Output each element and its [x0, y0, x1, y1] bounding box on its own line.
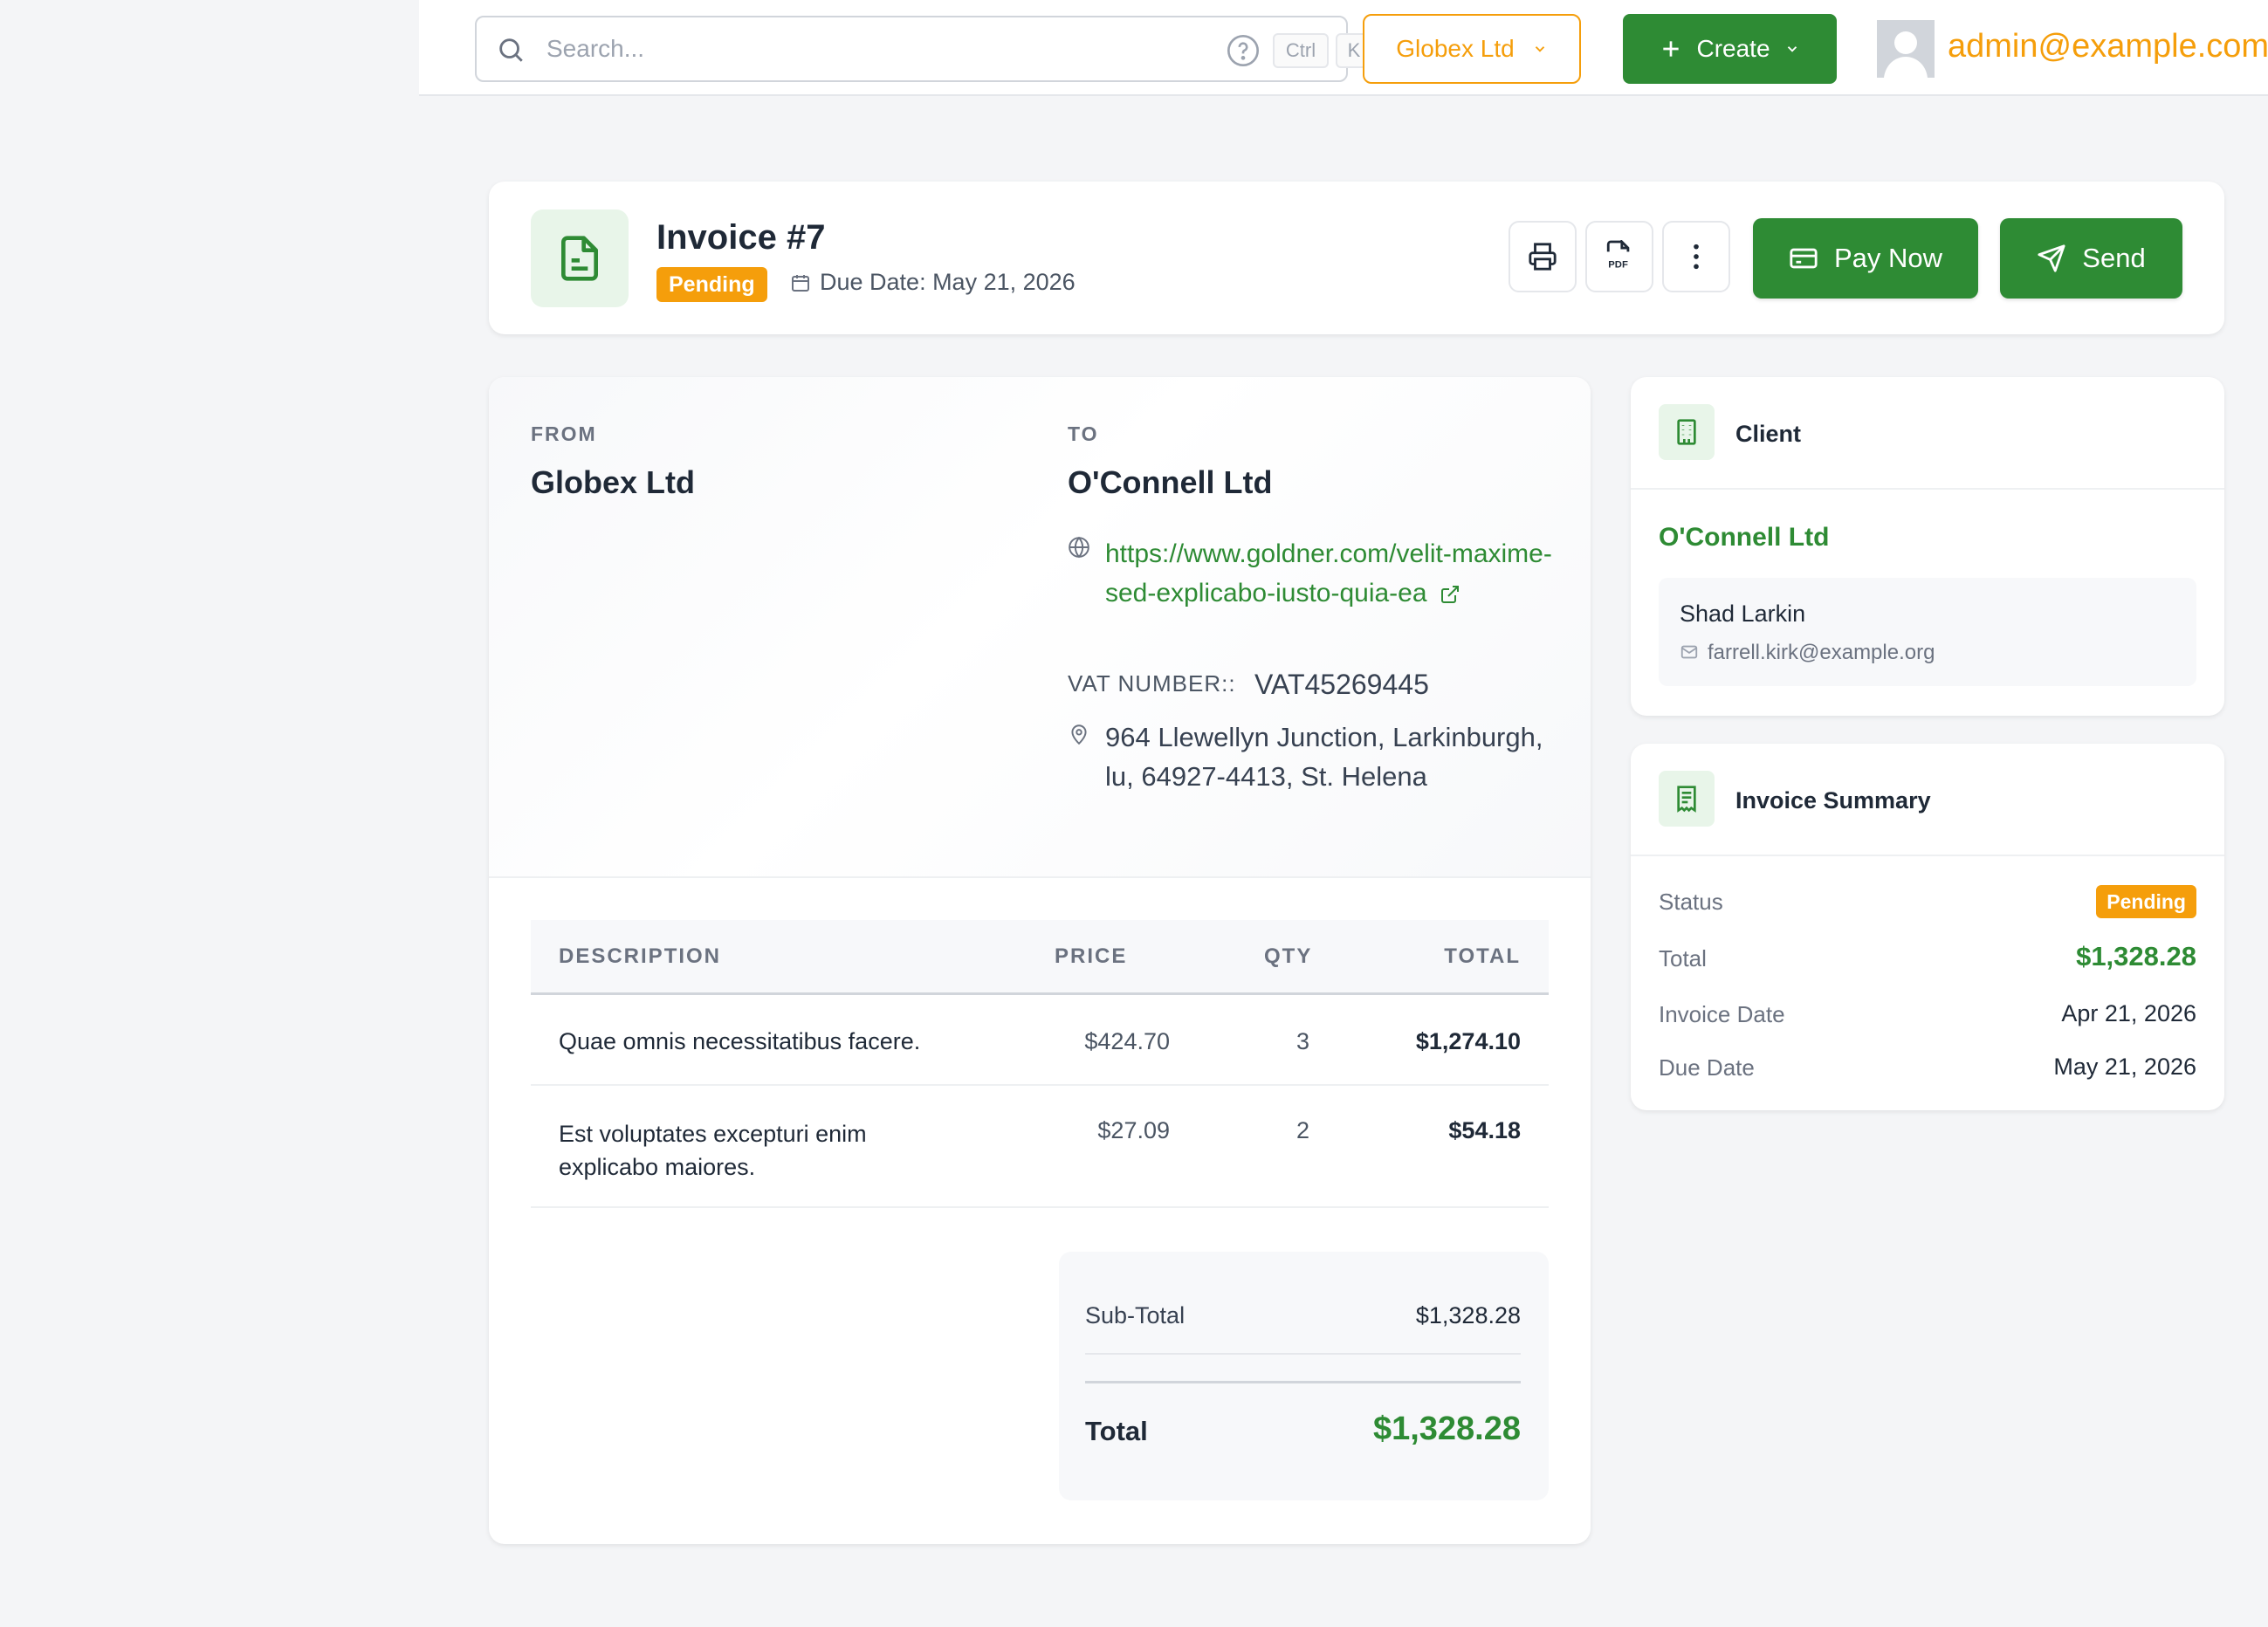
summary-invoice-date-value: Apr 21, 2026: [2061, 1000, 2196, 1026]
client-website-text: https://www.goldner.com/velit-maxime-sed…: [1105, 539, 1552, 608]
search-placeholder: Search...: [546, 35, 645, 62]
col-qty: QTY: [1264, 944, 1313, 968]
create-button[interactable]: Create: [1623, 14, 1837, 84]
totals-divider: [1085, 1353, 1521, 1355]
summary-due-date-value: May 21, 2026: [2053, 1054, 2196, 1080]
totals-divider: [1085, 1381, 1521, 1383]
status-badge: Pending: [2096, 885, 2196, 918]
col-total: TOTAL: [1444, 944, 1521, 968]
table-row: Quae omnis necessitatibus facere. $424.7…: [531, 997, 1549, 1086]
vat-value: VAT45269445: [1254, 669, 1429, 700]
invoice-title: Invoice #7: [656, 218, 826, 257]
search-box[interactable]: Search... Ctrl K: [475, 16, 1372, 82]
help-icon[interactable]: [1226, 33, 1261, 68]
total-label: Total: [1085, 1416, 1148, 1446]
credit-card-icon: [1789, 244, 1818, 273]
contact-email[interactable]: farrell.kirk@example.org: [1708, 641, 1935, 665]
subtotal-label: Sub-Total: [1085, 1302, 1186, 1328]
chevron-down-icon: [1784, 41, 1800, 57]
parties-section: FROM Globex Ltd TO O'Connell Ltd https:/…: [489, 377, 1591, 878]
status-badge: Pending: [656, 267, 767, 302]
document-icon: [531, 209, 629, 307]
calendar-icon: [790, 272, 811, 293]
col-description: DESCRIPTION: [559, 944, 722, 968]
globe-icon: [1068, 536, 1090, 559]
summary-status-label: Status: [1659, 889, 1723, 915]
totals-box: Sub-Total $1,328.28 Total $1,328.28: [1059, 1252, 1549, 1500]
divider: [1631, 488, 2224, 490]
send-label: Send: [2082, 243, 2146, 273]
item-total: $1,274.10: [1415, 1028, 1521, 1054]
svg-text:PDF: PDF: [1608, 260, 1628, 271]
contact-name: Shad Larkin: [1680, 601, 1806, 627]
summary-total-value: $1,328.28: [2076, 941, 2196, 971]
user-avatar[interactable]: [1877, 20, 1935, 78]
item-price: $27.09: [1097, 1117, 1170, 1143]
to-label: TO: [1068, 422, 1099, 445]
items-table-header: DESCRIPTION PRICE QTY TOTAL: [531, 920, 1549, 995]
from-name: Globex Ltd: [531, 464, 695, 500]
chevron-down-icon: [1532, 41, 1548, 57]
from-label: FROM: [531, 422, 597, 445]
pay-now-button[interactable]: Pay Now: [1753, 218, 1978, 299]
top-bar: Search... Ctrl K Globex Ltd Create admin…: [419, 0, 2268, 96]
client-address: 964 Llewellyn Junction, Larkinburgh, lu,…: [1105, 722, 1543, 792]
company-switcher-button[interactable]: Globex Ltd: [1363, 14, 1581, 84]
more-vertical-icon: [1691, 242, 1701, 271]
client-company-link[interactable]: O'Connell Ltd: [1659, 523, 1829, 553]
table-row: Est voluptates excepturi enim explicabo …: [531, 1086, 1549, 1208]
print-button[interactable]: [1509, 221, 1577, 292]
pay-now-label: Pay Now: [1833, 243, 1943, 273]
total-value: $1,328.28: [1372, 1411, 1521, 1447]
client-card: Client O'Connell Ltd Shad Larkin farrell…: [1631, 377, 2224, 716]
receipt-icon: [1659, 771, 1715, 827]
client-card-title: Client: [1735, 421, 1802, 447]
user-email[interactable]: admin@example.com: [1948, 28, 2268, 65]
vat-label: VAT NUMBER::: [1068, 670, 1236, 697]
summary-invoice-date-label: Invoice Date: [1659, 1001, 1785, 1027]
map-pin-icon: [1068, 723, 1090, 745]
item-qty: 3: [1296, 1028, 1309, 1054]
invoice-header-card: Invoice #7 Pending Due Date: May 21, 202…: [489, 182, 2224, 334]
due-date-text: Due Date: May 21, 2026: [820, 269, 1076, 295]
external-link-icon: [1440, 584, 1460, 605]
item-qty: 2: [1296, 1117, 1309, 1143]
company-switcher-label: Globex Ltd: [1396, 35, 1515, 62]
divider: [1631, 855, 2224, 856]
item-description: Est voluptates excepturi enim explicabo …: [559, 1121, 867, 1180]
summary-total-label: Total: [1659, 945, 1707, 971]
col-price: PRICE: [1055, 944, 1128, 968]
due-date-line: Due Date: May 21, 2026: [790, 269, 1076, 296]
create-label: Create: [1696, 35, 1770, 62]
pdf-button[interactable]: PDF: [1585, 221, 1653, 292]
send-button[interactable]: Send: [2000, 218, 2182, 299]
kbd-ctrl: Ctrl: [1273, 33, 1329, 68]
mail-icon: [1680, 642, 1699, 662]
search-icon: [496, 35, 526, 65]
building-icon: [1659, 404, 1715, 460]
subtotal-value: $1,328.28: [1415, 1302, 1521, 1328]
summary-card-title: Invoice Summary: [1735, 787, 1931, 814]
item-total: $54.18: [1448, 1117, 1521, 1143]
pdf-icon: PDF: [1605, 240, 1634, 273]
send-icon: [2037, 244, 2066, 273]
summary-due-date-label: Due Date: [1659, 1054, 1755, 1081]
item-description: Quae omnis necessitatibus facere.: [559, 1028, 921, 1054]
to-name: O'Connell Ltd: [1068, 464, 1273, 500]
printer-icon: [1528, 242, 1557, 271]
client-website-link[interactable]: https://www.goldner.com/velit-maxime-sed…: [1105, 534, 1559, 613]
item-price: $424.70: [1084, 1028, 1170, 1054]
invoice-summary-card: Invoice Summary Status Pending Total $1,…: [1631, 744, 2224, 1110]
invoice-card: FROM Globex Ltd TO O'Connell Ltd https:/…: [489, 377, 1591, 1544]
more-actions-button[interactable]: [1662, 221, 1730, 292]
contact-box: Shad Larkin farrell.kirk@example.org: [1659, 578, 2196, 686]
plus-icon: [1660, 38, 1682, 60]
